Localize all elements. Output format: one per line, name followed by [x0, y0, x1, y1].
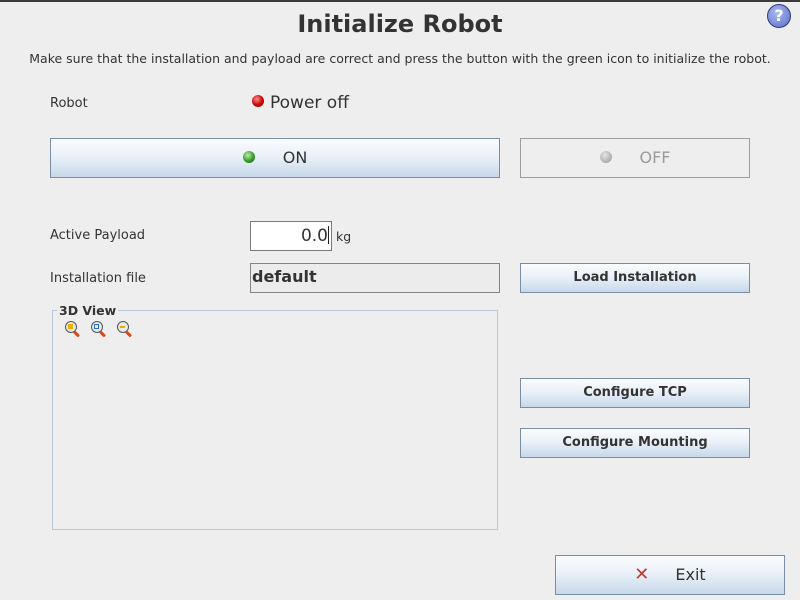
payload-input[interactable]: 0.0 [250, 221, 332, 251]
zoom-out-icon[interactable] [116, 320, 134, 338]
power-off-button[interactable]: OFF [520, 138, 750, 178]
power-on-button[interactable]: ON [50, 138, 500, 178]
configure-tcp-button[interactable]: Configure TCP [520, 378, 750, 408]
payload-unit: kg [336, 229, 352, 244]
installation-label: Installation file [50, 271, 146, 286]
robot-label: Robot [50, 96, 88, 111]
exit-button[interactable]: ✕ Exit [555, 555, 785, 595]
payload-label: Active Payload [50, 228, 146, 243]
help-button[interactable]: ? [767, 4, 791, 28]
robot-status: Power off [252, 93, 349, 113]
status-led-icon [252, 95, 264, 107]
exit-label: Exit [675, 565, 706, 584]
3d-view-panel[interactable] [52, 310, 498, 530]
3d-view-title: 3D View [57, 303, 119, 318]
configure-mounting-button[interactable]: Configure Mounting [520, 428, 750, 458]
3d-view-toolbar [64, 320, 142, 340]
status-text: Power off [270, 93, 349, 113]
zoom-in-icon[interactable] [64, 320, 82, 338]
load-installation-button[interactable]: Load Installation [520, 263, 750, 293]
green-led-icon [242, 150, 255, 163]
page-title: Initialize Robot [297, 10, 503, 38]
zoom-fit-icon[interactable] [90, 320, 108, 338]
payload-value: 0.0 [300, 226, 328, 246]
question-icon: ? [774, 6, 784, 25]
power-off-label: OFF [639, 148, 671, 167]
power-on-label: ON [282, 148, 308, 167]
grey-led-icon [599, 150, 612, 163]
text-caret [328, 226, 329, 244]
top-border [0, 0, 800, 2]
close-icon: ✕ [634, 564, 650, 585]
installation-file-field: default [250, 263, 500, 293]
instructions-text: Make sure that the installation and payl… [29, 51, 771, 66]
